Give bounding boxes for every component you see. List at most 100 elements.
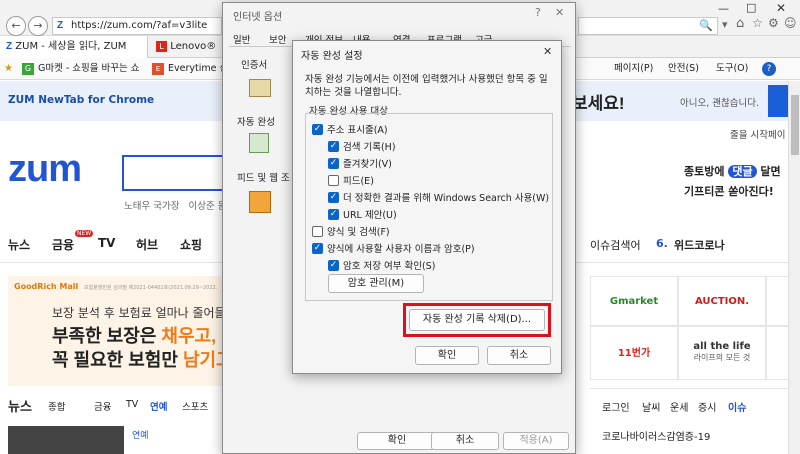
- menu-tv[interactable]: TV: [98, 236, 115, 250]
- link-weather[interactable]: 날씨: [642, 399, 660, 414]
- autocomplete-cancel-button[interactable]: 취소: [487, 346, 551, 365]
- news-tab-finance[interactable]: 금융: [94, 399, 111, 413]
- option-label: 암호 저장 여부 확인(S): [343, 261, 436, 272]
- options-ok-button[interactable]: 확인: [357, 432, 437, 450]
- favorite-gmarket[interactable]: G마켓 - 쇼핑을 바꾸는 쇼: [38, 58, 140, 80]
- promo-highlight: 댓글: [728, 165, 757, 178]
- insurance-ad[interactable]: GoodRich Mall 보험분쟁민원 심의필 제2021-04402호(20…: [8, 276, 233, 386]
- help-icon[interactable]: ?: [762, 62, 776, 76]
- option-windows-search[interactable]: ✓ 더 정확한 결과를 위해 Windows Search 사용(W): [328, 190, 549, 204]
- zum-logo[interactable]: zum: [8, 148, 82, 191]
- manage-passwords-button[interactable]: 암호 관리(M): [328, 274, 424, 293]
- divider: [590, 388, 790, 389]
- shop-allthelife[interactable]: all the life 라이프의 모든 것: [678, 326, 766, 380]
- feedback-icon[interactable]: ☺: [784, 16, 797, 30]
- news-tab-entertainment[interactable]: 연예: [150, 399, 167, 413]
- menu-finance[interactable]: 금융: [52, 236, 74, 253]
- address-bar[interactable]: Z https://zum.com/?af=v3lite: [52, 17, 222, 35]
- option-forms[interactable]: 양식 및 검색(F): [312, 224, 390, 238]
- favorites-star-icon[interactable]: ★: [4, 63, 13, 74]
- shop-gmarket[interactable]: Gmarket: [590, 276, 678, 326]
- help-icon[interactable]: ?: [535, 6, 541, 19]
- shop-11st[interactable]: 11번가: [590, 326, 678, 380]
- search-suggestions[interactable]: 노태우 국가장 이상준 원: [124, 198, 227, 212]
- autocomplete-groupbox: ✓ 주소 표시줄(A) ✓ 검색 기록(H) ✓ 즐겨찾기(V) 피드(E) ✓ 더 정…: [305, 113, 553, 301]
- tab-zum[interactable]: Z ZUM - 세상을 읽다, ZUM: [0, 36, 148, 58]
- shop-auction[interactable]: AUCTION.: [678, 276, 766, 326]
- close-window-icon[interactable]: ✕: [776, 1, 786, 15]
- tools-menu[interactable]: 도구(O): [716, 58, 748, 80]
- maximize-icon[interactable]: □: [746, 1, 756, 14]
- close-icon[interactable]: ✕: [543, 45, 552, 58]
- search-dropdown-icon[interactable]: ▾: [722, 18, 728, 31]
- option-url-suggestions[interactable]: ✓ URL 제안(U): [328, 207, 397, 221]
- option-ask-save-passwords[interactable]: ✓ 암호 저장 여부 확인(S): [328, 258, 435, 272]
- tab-general[interactable]: 일반: [233, 32, 250, 46]
- option-search-history[interactable]: ✓ 검색 기록(H): [328, 139, 396, 153]
- section-feeds: 피드 및 웹 조: [237, 173, 290, 184]
- checkbox-unchecked-icon[interactable]: [328, 174, 339, 186]
- news-thumbnail[interactable]: [8, 426, 124, 454]
- checkbox-checked-icon[interactable]: ✓: [312, 123, 323, 135]
- link-issue[interactable]: 이슈: [728, 399, 746, 414]
- menu-news[interactable]: 뉴스: [8, 236, 30, 253]
- checkbox-checked-icon[interactable]: ✓: [312, 242, 323, 254]
- tab-lenovo[interactable]: L Lenovo® 한: [150, 36, 220, 58]
- gear-icon[interactable]: ⚙: [768, 16, 779, 30]
- checkbox-checked-icon[interactable]: ✓: [328, 157, 339, 169]
- options-cancel-button[interactable]: 취소: [431, 432, 499, 450]
- home-icon[interactable]: ⌂: [736, 16, 744, 31]
- search-icon[interactable]: 🔍: [699, 19, 713, 32]
- banner-dismiss-link[interactable]: 아니오, 괜찮습니다.: [680, 95, 759, 109]
- search-box[interactable]: 🔍: [578, 17, 718, 35]
- option-feeds[interactable]: 피드(E): [328, 173, 374, 187]
- dialog-title: 인터넷 옵션: [233, 12, 283, 23]
- favorite-everytime[interactable]: Everytime 십: [168, 58, 228, 80]
- option-label: 더 정확한 결과를 위해 Windows Search 사용(W): [343, 193, 550, 204]
- trending-label: 이슈검색어: [590, 239, 641, 252]
- trending-rank: 6.: [656, 237, 668, 250]
- tab-security[interactable]: 보안: [269, 32, 286, 46]
- favorites-star-icon[interactable]: ☆: [752, 16, 763, 30]
- promo-banner[interactable]: 종토방에 댓글 달면 기프티콘 쏟아진다!: [684, 163, 794, 199]
- link-fortune[interactable]: 운세: [670, 399, 688, 414]
- menu-shopping[interactable]: 쇼핑: [180, 236, 202, 253]
- minimize-icon[interactable]: —: [718, 2, 729, 15]
- section-certificates: 인증서: [241, 60, 268, 71]
- link-login[interactable]: 로그인: [602, 399, 630, 414]
- set-homepage-link[interactable]: 줄을 시작페이: [730, 127, 785, 141]
- issue-item[interactable]: 코로나바이러스감염증-19: [602, 428, 710, 443]
- link-stocks[interactable]: 증시: [698, 399, 716, 414]
- newtab-promo-text[interactable]: ZUM NewTab for Chrome: [8, 94, 154, 106]
- checkbox-checked-icon[interactable]: ✓: [328, 140, 339, 152]
- delete-history-button[interactable]: 자동 완성 기록 삭제(D)...: [409, 309, 545, 331]
- autocomplete-ok-button[interactable]: 확인: [415, 346, 479, 365]
- news-tab-sports[interactable]: 스포츠: [182, 399, 208, 413]
- option-favorites[interactable]: ✓ 즐겨찾기(V): [328, 156, 392, 170]
- news-item-category[interactable]: 연예: [132, 428, 149, 441]
- trending-term[interactable]: 위드코로나: [674, 237, 725, 253]
- ad-brand: GoodRich Mall: [14, 282, 79, 291]
- news-tab-tv[interactable]: TV: [126, 399, 138, 410]
- checkbox-checked-icon[interactable]: ✓: [328, 208, 339, 220]
- page-menu[interactable]: 페이지(P): [614, 58, 653, 80]
- address-text: https://zum.com/?af=v3lite: [71, 20, 208, 31]
- news-tab-all[interactable]: 종합: [48, 399, 65, 413]
- forward-button[interactable]: →: [28, 16, 48, 36]
- back-button[interactable]: ←: [6, 16, 26, 36]
- zum-tab-icon: Z: [6, 41, 13, 52]
- option-usernames-passwords[interactable]: ✓ 양식에 사용할 사용자 이름과 암호(P): [312, 241, 475, 255]
- ad-line1-accent: 채우고,: [161, 326, 217, 346]
- checkbox-unchecked-icon[interactable]: [312, 225, 323, 237]
- scrollbar-thumb[interactable]: [791, 95, 799, 155]
- checkbox-checked-icon[interactable]: ✓: [328, 259, 339, 271]
- certificate-icon: [249, 79, 271, 97]
- page-scrollbar[interactable]: [788, 81, 800, 454]
- options-apply-button[interactable]: 적용(A): [503, 432, 569, 450]
- main-search-input[interactable]: [122, 155, 226, 191]
- option-address-bar[interactable]: ✓ 주소 표시줄(A): [312, 122, 388, 136]
- checkbox-checked-icon[interactable]: ✓: [328, 191, 339, 203]
- safety-menu[interactable]: 안전(S): [668, 58, 699, 80]
- close-icon[interactable]: ✕: [555, 6, 564, 19]
- menu-hub[interactable]: 허브: [136, 236, 158, 253]
